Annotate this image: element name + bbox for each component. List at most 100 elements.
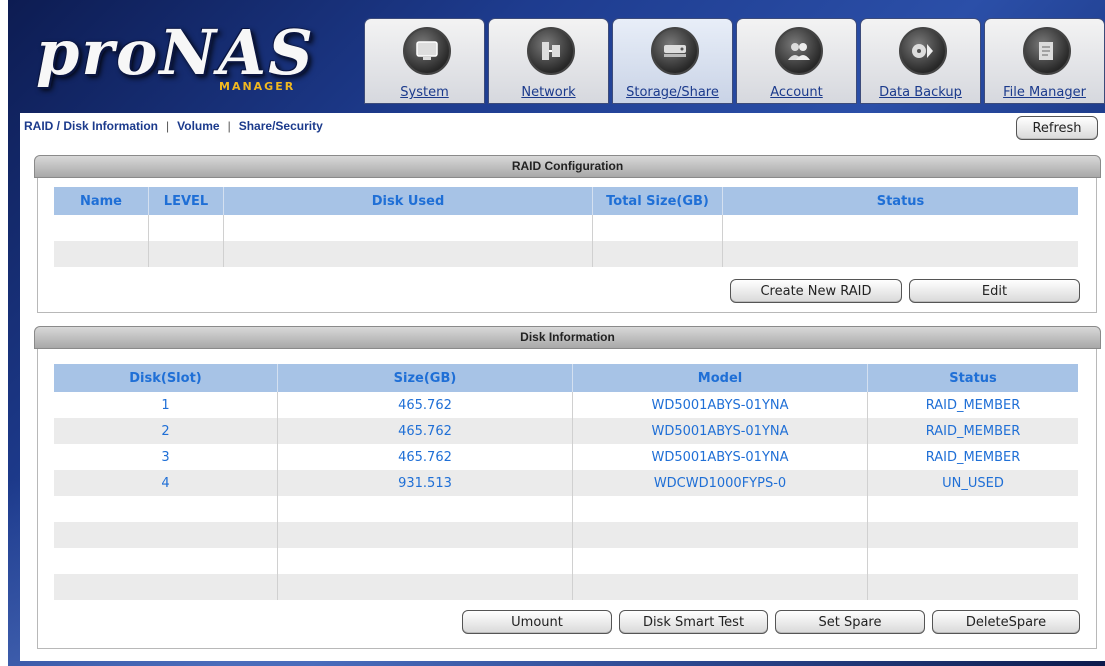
raid-table: Name LEVEL Disk Used Total Size(GB) Stat…: [54, 187, 1078, 267]
users-icon: [775, 27, 823, 75]
edit-raid-button[interactable]: Edit: [909, 279, 1080, 303]
table-row[interactable]: 2 465.762 WD5001ABYS-01YNA RAID_MEMBER: [54, 418, 1078, 444]
table-row[interactable]: [54, 548, 1078, 574]
table-cell: [572, 522, 868, 548]
table-cell: WD5001ABYS-01YNA: [572, 392, 868, 418]
table-cell: [572, 496, 868, 522]
table-cell: 931.513: [277, 470, 573, 496]
table-row[interactable]: 3 465.762 WD5001ABYS-01YNA RAID_MEMBER: [54, 444, 1078, 470]
tab-label: System: [400, 85, 449, 100]
table-cell: [277, 574, 573, 600]
table-cell: 4: [54, 470, 278, 496]
delete-spare-button[interactable]: DeleteSpare: [932, 610, 1080, 634]
table-cell: RAID_MEMBER: [867, 444, 1078, 470]
table-cell: [148, 241, 224, 267]
table-cell: [592, 241, 723, 267]
subnav-share-security[interactable]: Share/Security: [239, 119, 323, 133]
table-cell: 3: [54, 444, 278, 470]
table-cell: [54, 241, 149, 267]
subnav: RAID / Disk Information | Volume | Share/Sec…: [24, 119, 323, 133]
table-cell: [223, 241, 593, 267]
table-row[interactable]: 1 465.762 WD5001ABYS-01YNA RAID_MEMBER: [54, 392, 1078, 418]
tab-system[interactable]: System: [364, 18, 485, 104]
table-cell: [722, 241, 1078, 267]
network-icon: [527, 27, 575, 75]
column-header: Name: [54, 187, 149, 215]
table-cell: [592, 215, 723, 241]
disk-smart-test-button[interactable]: Disk Smart Test: [619, 610, 768, 634]
table-cell: RAID_MEMBER: [867, 392, 1078, 418]
set-spare-button[interactable]: Set Spare: [775, 610, 925, 634]
tab-data-backup[interactable]: Data Backup: [860, 18, 981, 104]
table-cell: [867, 522, 1078, 548]
subnav-raid-disk-info[interactable]: RAID / Disk Information: [24, 119, 158, 133]
table-row[interactable]: [54, 496, 1078, 522]
tab-label: Network: [521, 85, 576, 100]
create-new-raid-button[interactable]: Create New RAID: [730, 279, 902, 303]
table-cell: [54, 522, 278, 548]
tab-network[interactable]: Network: [488, 18, 609, 104]
table-cell: [277, 522, 573, 548]
column-header: Size(GB): [277, 364, 573, 392]
refresh-button[interactable]: Refresh: [1016, 116, 1098, 140]
table-cell: [54, 215, 149, 241]
table-cell: [572, 574, 868, 600]
table-cell: [54, 548, 278, 574]
column-header: Status: [867, 364, 1078, 392]
table-cell: [223, 215, 593, 241]
tab-file-manager[interactable]: File Manager: [984, 18, 1105, 104]
subnav-volume[interactable]: Volume: [177, 119, 219, 133]
table-cell: 1: [54, 392, 278, 418]
table-cell: [148, 215, 224, 241]
table-cell: WDCWD1000FYPS-0: [572, 470, 868, 496]
table-cell: 2: [54, 418, 278, 444]
table-row[interactable]: [54, 522, 1078, 548]
computer-icon: [403, 27, 451, 75]
tab-storage-share[interactable]: Storage/Share: [612, 18, 733, 104]
table-cell: UN_USED: [867, 470, 1078, 496]
disk-table: Disk(Slot) Size(GB) Model Status 1 465.7…: [54, 364, 1078, 600]
main-content: RAID / Disk Information | Volume | Share/Sec…: [20, 113, 1105, 661]
backup-icon: [899, 27, 947, 75]
column-header: Total Size(GB): [592, 187, 723, 215]
disk-table-header: Disk(Slot) Size(GB) Model Status: [54, 364, 1078, 392]
column-header: Status: [722, 187, 1078, 215]
logo-wordmark: proNAS: [36, 16, 315, 89]
table-cell: [277, 548, 573, 574]
disk-info-header: Disk Information: [34, 326, 1101, 349]
table-cell: [722, 215, 1078, 241]
tab-label: File Manager: [1003, 85, 1086, 100]
column-header: LEVEL: [148, 187, 224, 215]
table-cell: [54, 574, 278, 600]
column-header: Disk Used: [223, 187, 593, 215]
table-cell: [277, 496, 573, 522]
tab-label: Storage/Share: [626, 85, 719, 100]
subnav-separator: |: [227, 119, 231, 133]
table-row[interactable]: [54, 215, 1078, 241]
table-cell: [867, 574, 1078, 600]
table-cell: [867, 548, 1078, 574]
tab-label: Account: [770, 85, 823, 100]
table-cell: WD5001ABYS-01YNA: [572, 418, 868, 444]
logo-subtitle: MANAGER: [219, 80, 296, 93]
tab-label: Data Backup: [879, 85, 962, 100]
column-header: Disk(Slot): [54, 364, 278, 392]
table-cell: WD5001ABYS-01YNA: [572, 444, 868, 470]
table-row[interactable]: 4 931.513 WDCWD1000FYPS-0 UN_USED: [54, 470, 1078, 496]
table-cell: [572, 548, 868, 574]
table-cell: 465.762: [277, 444, 573, 470]
tab-account[interactable]: Account: [736, 18, 857, 104]
umount-button[interactable]: Umount: [462, 610, 612, 634]
raid-table-header: Name LEVEL Disk Used Total Size(GB) Stat…: [54, 187, 1078, 215]
table-row[interactable]: [54, 241, 1078, 267]
table-cell: RAID_MEMBER: [867, 418, 1078, 444]
table-cell: [867, 496, 1078, 522]
column-header: Model: [572, 364, 868, 392]
storage-icon: [651, 27, 699, 75]
table-cell: 465.762: [277, 392, 573, 418]
table-cell: [54, 496, 278, 522]
subnav-separator: |: [166, 119, 170, 133]
table-row[interactable]: [54, 574, 1078, 600]
file-manager-icon: [1023, 27, 1071, 75]
pronas-logo: proNAS MANAGER: [36, 16, 366, 106]
